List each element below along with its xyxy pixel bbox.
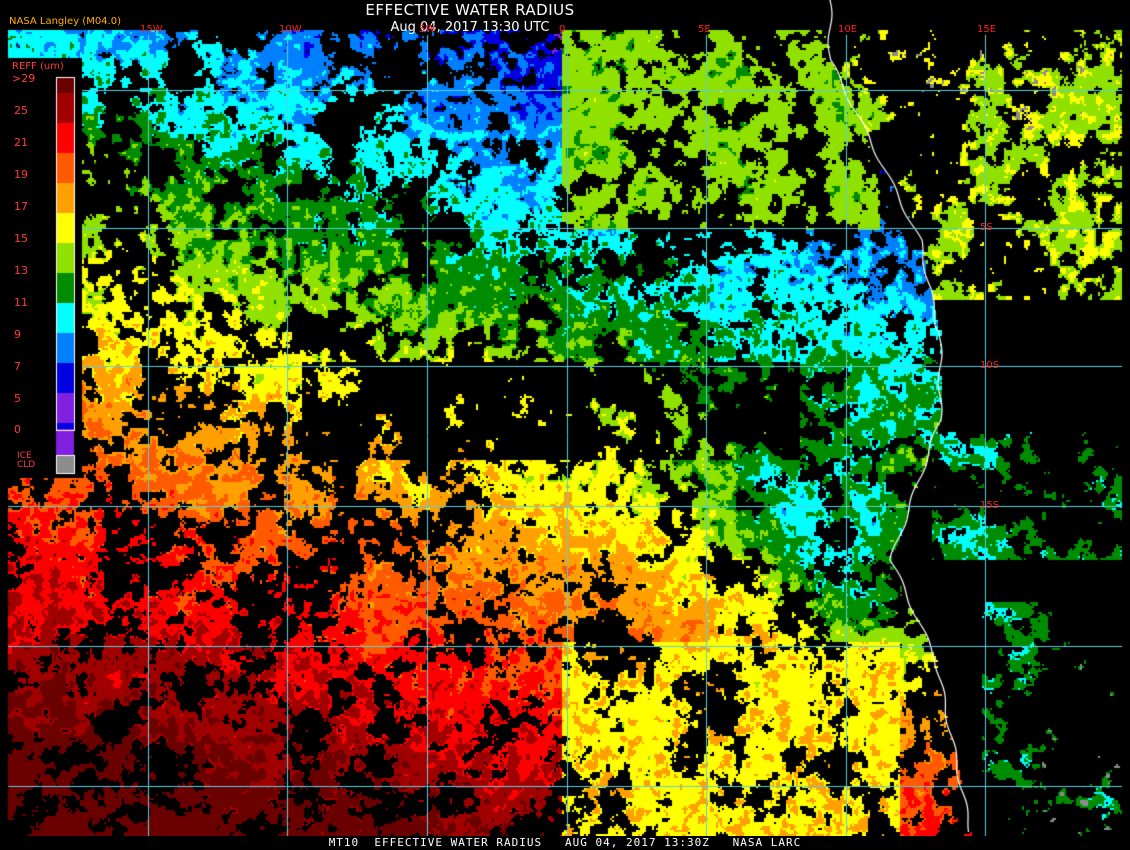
longitude-label: 5E <box>698 24 711 35</box>
latitude-label: 10S <box>980 360 1000 371</box>
legend-label: 0 <box>14 423 21 436</box>
longitude-label: 0 <box>559 24 566 35</box>
longitude-label: 5W <box>419 24 436 35</box>
longitude-label: 15W <box>140 24 163 35</box>
map-title: EFFECTIVE WATER RADIUS <box>365 1 575 19</box>
legend-unit-label: REFF (um) <box>12 61 64 72</box>
legend-ice-label: ICE CLD <box>17 451 36 470</box>
longitude-label: 15E <box>977 24 997 35</box>
legend-label: 15 <box>14 232 28 245</box>
legend-label: 25 <box>14 104 28 117</box>
legend-label: 7 <box>14 360 21 373</box>
footer-caption: MT10 EFFECTIVE WATER RADIUS AUG 04, 2017… <box>0 836 1130 850</box>
legend-label: 11 <box>14 296 28 309</box>
legend-label: >29 <box>12 72 36 85</box>
legend-label: 17 <box>14 200 28 213</box>
legend-label: 9 <box>14 328 21 341</box>
legend-label: 19 <box>14 168 28 181</box>
legend-label: 21 <box>14 136 28 149</box>
longitude-label: 10W <box>279 24 302 35</box>
satellite-image <box>0 0 1130 850</box>
credit-label: NASA Langley (M04.0) <box>9 16 121 27</box>
legend-label: 13 <box>14 264 28 277</box>
latitude-label: 5S <box>980 222 993 233</box>
legend-label: 5 <box>14 392 21 405</box>
latitude-label: 15S <box>980 500 1000 511</box>
longitude-label: 10E <box>838 24 858 35</box>
